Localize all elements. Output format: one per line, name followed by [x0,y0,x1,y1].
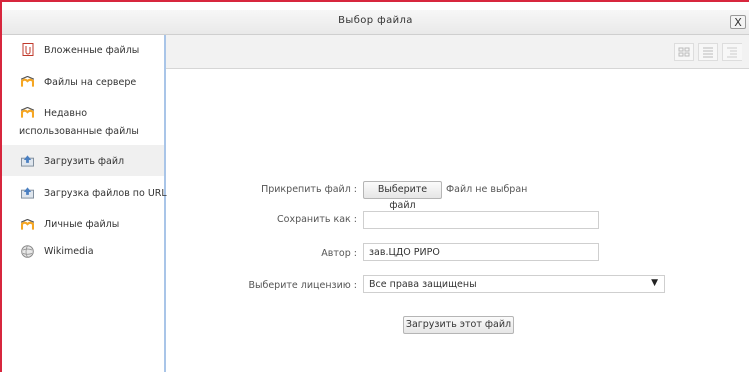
sidebar-item-label: Wikimedia [44,246,94,257]
moodle-icon [21,218,34,231]
upload-file-button[interactable]: Загрузить этот файл [403,316,514,334]
sidebar-item-upload-file[interactable]: Загрузить файл [2,145,164,176]
sidebar-item-server-files[interactable]: Файлы на сервере [2,65,164,97]
sidebar-item-private-files[interactable]: Личные файлы [2,209,164,239]
icons-view-button[interactable] [674,43,694,61]
sidebar-item-embedded-files[interactable]: Вложенные файлы [2,35,164,65]
no-file-chosen-text: Файл не выбран [446,184,528,195]
sidebar-item-label: Личные файлы [44,219,120,230]
upload-icon [21,154,34,167]
attachment-icon [21,43,34,56]
sidebar-item-recent-files[interactable]: Недавно использованные файлы [2,97,164,145]
save-as-label: Сохранить как : [277,214,357,225]
license-selected-value: Все права защищены [369,279,477,290]
attach-file-label: Прикрепить файл : [261,184,357,195]
sidebar-item-url-download[interactable]: Загрузка файлов по URL [2,176,167,209]
license-label: Выберите лицензию : [248,280,357,291]
author-label: Автор : [321,248,357,259]
close-button[interactable]: X [730,15,746,29]
save-as-field[interactable] [363,211,599,229]
sidebar-item-label: Вложенные файлы [44,45,140,56]
sidebar-item-label: Файлы на сервере [44,77,137,88]
sidebar-item-label: Недавно [44,108,88,119]
author-field[interactable]: зав.ЦДО РИРО [363,243,599,261]
view-toolbar [166,35,749,69]
moodle-icon [21,75,34,88]
list-view-button[interactable] [698,43,718,61]
chevron-down-icon: ▼ [651,278,658,288]
moodle-icon [21,106,34,119]
choose-file-button[interactable]: Выберите файл [363,181,442,211]
sidebar-item-label-line2: использованные файлы [19,126,139,137]
license-select[interactable]: Все права защищены ▼ [363,275,665,293]
tree-view-button[interactable] [722,43,742,61]
dialog-title: Выбор файла [338,15,413,26]
sidebar-item-wikimedia[interactable]: Wikimedia [2,239,164,269]
wikipedia-globe-icon [21,245,34,258]
sidebar-item-label: Загрузка файлов по URL [44,188,167,199]
dialog-header: Выбор файла X [2,10,749,35]
repository-sidebar: Вложенные файлы Файлы на сервере Недавно… [2,35,167,372]
sidebar-item-label: Загрузить файл [44,156,125,167]
upload-icon [21,186,34,199]
